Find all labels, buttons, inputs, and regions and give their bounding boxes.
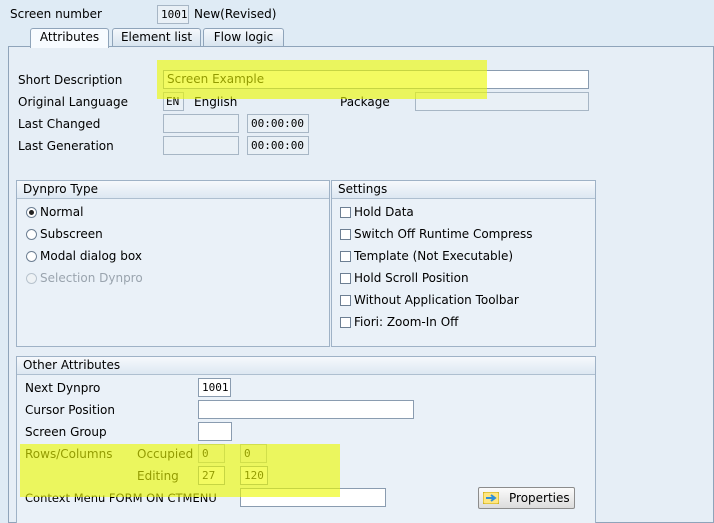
short-description-field[interactable]: Screen Example [163, 70, 589, 89]
last-generation-label: Last Generation [18, 139, 114, 153]
next-dynpro-label: Next Dynpro [25, 381, 101, 395]
radio-modal-dialog-box-label: Modal dialog box [40, 249, 142, 263]
checkbox-without-application-toolbar[interactable] [340, 295, 351, 306]
radio-subscreen[interactable] [26, 229, 37, 240]
editing-label: Editing [137, 469, 179, 483]
dynpro-type-title: Dynpro Type [23, 182, 98, 196]
other-attributes-title: Other Attributes [23, 358, 121, 372]
checkbox-hold-data-label: Hold Data [354, 205, 414, 219]
language-name: English [194, 95, 238, 109]
screen-number-field: 1001 [157, 5, 189, 24]
last-generation-date-field [163, 136, 239, 155]
occupied-label: Occupied [137, 447, 194, 461]
screen-number-label: Screen number [10, 7, 102, 21]
screen-status: New(Revised) [194, 7, 277, 21]
rows-columns-label: Rows/Columns [25, 447, 113, 461]
context-menu-label: Context Menu FORM ON CTMENU [25, 491, 217, 505]
checkbox-hold-data[interactable] [340, 207, 351, 218]
original-language-label: Original Language [18, 95, 128, 109]
context-menu-field[interactable] [240, 488, 386, 507]
radio-subscreen-label: Subscreen [40, 227, 103, 241]
radio-normal-label: Normal [40, 205, 84, 219]
tab-flow-logic[interactable]: Flow logic [203, 28, 284, 47]
settings-title: Settings [338, 182, 388, 196]
occupied-rows-field: 0 [198, 444, 225, 463]
checkbox-fiori-zoom-in-off-label: Fiori: Zoom-In Off [354, 315, 459, 329]
cursor-position-label: Cursor Position [25, 403, 115, 417]
tab-element-list[interactable]: Element list [112, 28, 201, 47]
checkbox-hold-scroll-position-label: Hold Scroll Position [354, 271, 469, 285]
checkbox-without-application-toolbar-label: Without Application Toolbar [354, 293, 519, 307]
package-label: Package [340, 95, 390, 109]
properties-button[interactable]: Properties [478, 487, 575, 509]
editing-rows-field[interactable]: 27 [198, 466, 225, 485]
package-field [415, 92, 589, 111]
last-changed-label: Last Changed [18, 117, 101, 131]
screen-group-field[interactable] [198, 422, 232, 441]
radio-selection-dynpro [26, 273, 37, 284]
checkbox-fiori-zoom-in-off[interactable] [340, 317, 351, 328]
radio-normal[interactable] [26, 207, 37, 218]
checkbox-template[interactable] [340, 251, 351, 262]
cursor-position-field[interactable] [198, 400, 414, 419]
short-description-label: Short Description [18, 73, 123, 87]
arrow-right-icon [483, 492, 499, 504]
screen-group-label: Screen Group [25, 425, 107, 439]
radio-selection-dynpro-label: Selection Dynpro [40, 271, 143, 285]
last-changed-date-field [163, 114, 239, 133]
tab-attributes[interactable]: Attributes [30, 28, 109, 48]
properties-button-label: Properties [509, 491, 570, 505]
checkbox-template-label: Template (Not Executable) [354, 249, 514, 263]
radio-modal-dialog-box[interactable] [26, 251, 37, 262]
checkbox-hold-scroll-position[interactable] [340, 273, 351, 284]
next-dynpro-field[interactable]: 1001 [198, 378, 231, 397]
last-changed-time-field: 00:00:00 [247, 114, 309, 133]
last-generation-time-field: 00:00:00 [247, 136, 309, 155]
occupied-columns-field: 0 [240, 444, 267, 463]
language-code-field: EN [163, 92, 184, 111]
checkbox-switch-off-runtime-compress-label: Switch Off Runtime Compress [354, 227, 533, 241]
editing-columns-field[interactable]: 120 [240, 466, 268, 485]
checkbox-switch-off-runtime-compress[interactable] [340, 229, 351, 240]
